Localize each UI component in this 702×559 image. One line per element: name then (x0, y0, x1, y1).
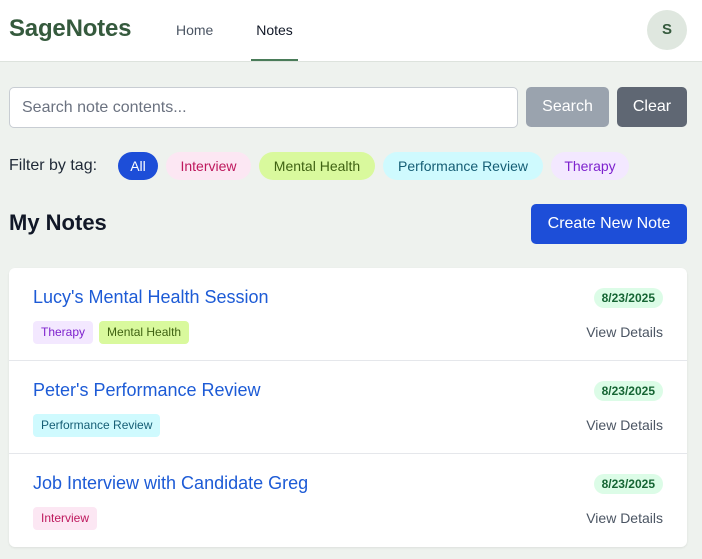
filter-tag-mental-health[interactable]: Mental Health (259, 152, 375, 180)
page-title: My Notes (9, 210, 107, 235)
view-details-link[interactable]: View Details (586, 417, 663, 433)
nav-notes-label: Notes (256, 22, 293, 38)
note-date-badge: 8/23/2025 (593, 474, 663, 494)
filter-tag-all[interactable]: All (118, 152, 158, 180)
filter-tag-performance-review[interactable]: Performance Review (383, 152, 543, 180)
note-tag-badge: Interview (33, 507, 98, 530)
user-avatar[interactable]: S (647, 10, 687, 50)
note-tag-badge: Performance Review (33, 414, 161, 437)
search-button[interactable]: Search (526, 87, 609, 127)
top-navbar: SageNotes Home Notes S (0, 0, 702, 62)
filter-label: Filter by tag: (9, 157, 98, 174)
note-tags: Therapy Mental Health (33, 321, 190, 344)
note-item: Peter's Performance Review Performance R… (9, 361, 687, 454)
search-input[interactable] (9, 87, 518, 128)
notes-list: Lucy's Mental Health Session Therapy Men… (9, 268, 687, 547)
note-date-badge: 8/23/2025 (593, 288, 663, 308)
filter-tag-therapy[interactable]: Therapy (551, 152, 629, 180)
view-details-link[interactable]: View Details (586, 510, 663, 526)
brand-logo[interactable]: SageNotes (9, 15, 131, 43)
create-note-button[interactable]: Create New Note (531, 204, 687, 244)
nav-notes-link[interactable]: Notes (251, 0, 298, 61)
note-item: Job Interview with Candidate Greg Interv… (9, 454, 687, 547)
note-tags: Interview (33, 507, 98, 530)
note-tag-badge: Therapy (33, 321, 94, 344)
note-item: Lucy's Mental Health Session Therapy Men… (9, 268, 687, 361)
note-title-link[interactable]: Job Interview with Candidate Greg (33, 473, 308, 494)
note-tags: Performance Review (33, 414, 161, 437)
note-title-link[interactable]: Peter's Performance Review (33, 380, 261, 401)
active-nav-indicator (251, 59, 298, 61)
note-date-badge: 8/23/2025 (593, 381, 663, 401)
clear-button[interactable]: Clear (617, 87, 687, 127)
nav-home-link[interactable]: Home (176, 0, 213, 61)
filter-tag-interview[interactable]: Interview (166, 152, 251, 180)
note-tag-badge: Mental Health (99, 321, 190, 344)
note-title-link[interactable]: Lucy's Mental Health Session (33, 287, 269, 308)
view-details-link[interactable]: View Details (586, 324, 663, 340)
